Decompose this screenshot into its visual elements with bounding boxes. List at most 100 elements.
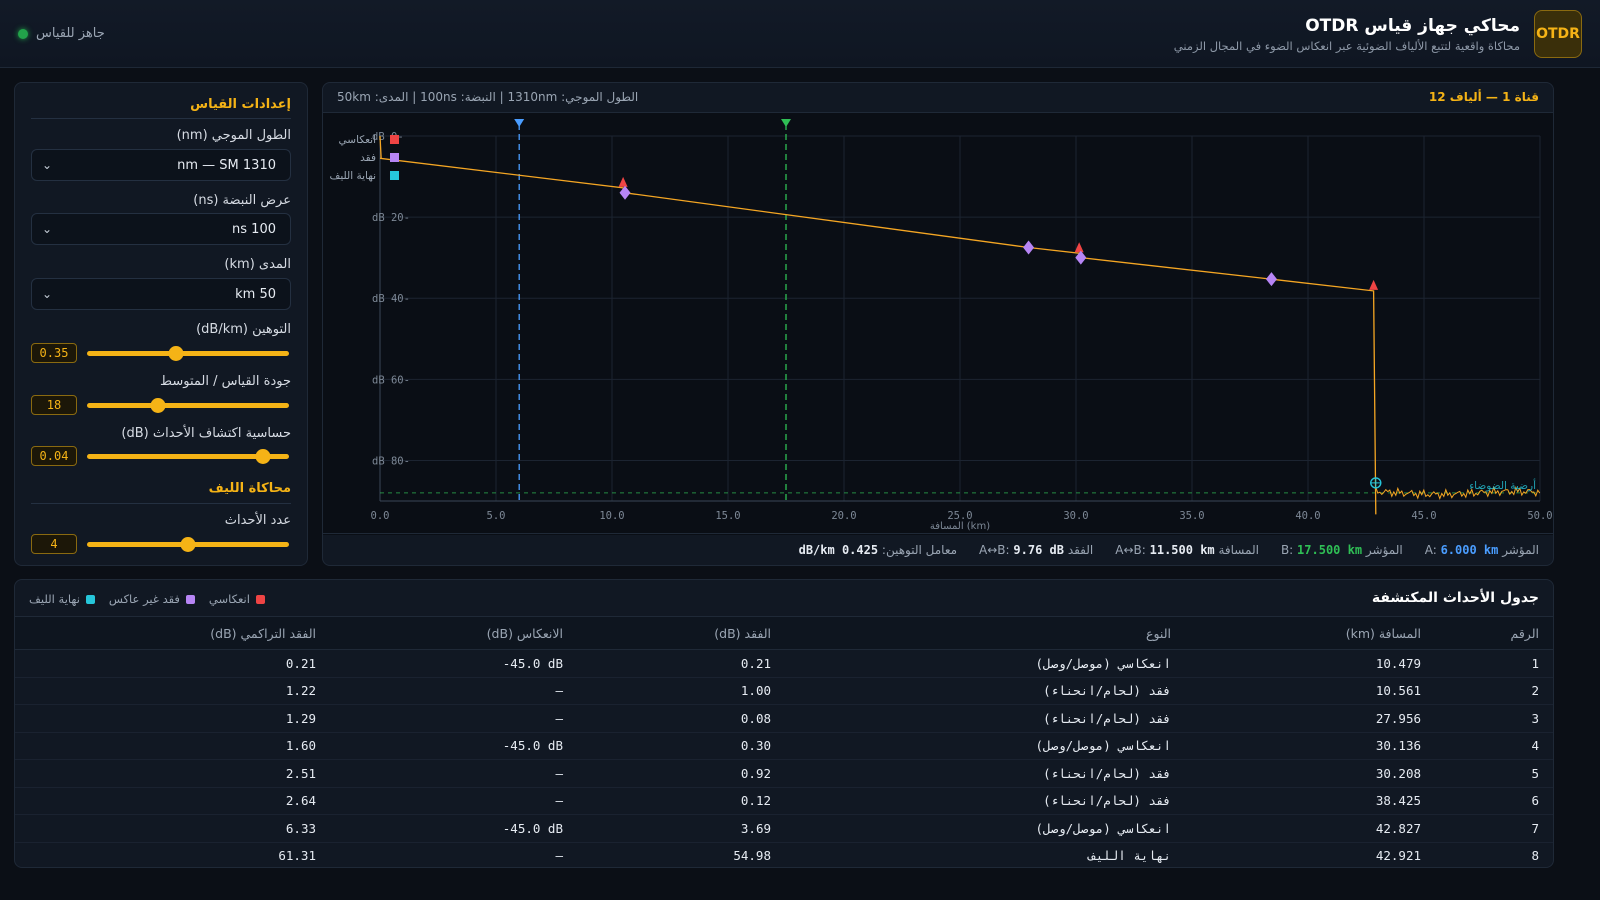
event-type: فقد (لحام/انحناء) [785,759,1185,788]
events-legend: انعكاسي فقد غير عاكس نهاية الليف [29,592,265,606]
events-panel: جدول الأحداث المكتشفة انعكاسي فقد غير عا… [14,579,1554,868]
otdr-trace-chart[interactable]: 0.0 5.0 10.0 15.0 20.0 25.0 30.0 35.0 40.0 45.0 50… [323,113,1553,535]
table-row[interactable]: 5 30.208 فقد (لحام/انحناء) 0.92—2.51 [15,759,1553,788]
event-loss: 3.69 [577,814,785,843]
loss-value: 9.76 dB [1013,542,1064,557]
wavelength-value: 1310 nm — SM [177,157,276,173]
event-number: 8 [1435,842,1553,867]
x-tick-label: 0.0 [371,510,390,522]
event-number: 7 [1435,814,1553,843]
event-type: فقد (لحام/انحناء) [785,677,1185,705]
app-subtitle: محاكاة واقعية لتتبع الألياف الضوئية عبر … [1173,39,1520,53]
x-tick-label: 30.0 [1063,510,1088,522]
slider-track [87,537,289,552]
events-count-label: عدد الأحداث [224,513,291,528]
range-value: 50 km [235,286,276,302]
cursor-a-value: 6.000 km [1440,542,1499,557]
event-loss: 0.08 [577,704,785,733]
event-loss: 1.00 [577,677,785,705]
event-reflectance: — [330,787,577,815]
measurement-params: الطول الموجي: 1310nm | النبضة: 100ns | ا… [337,90,639,104]
event-loss: 0.30 [577,732,785,760]
event-type: انعكاسي (موصل/وصل) [785,649,1185,678]
channel-label: قناة 1 — ألياف 12 [1428,90,1539,104]
event-reflectance: — [330,704,577,733]
averaging-slider[interactable]: 18 [31,395,291,415]
cursor-b-readout: المؤشر B: 17.500 km [1281,543,1403,557]
sensitivity-slider[interactable]: 0.04 [31,446,291,466]
slider-thumb[interactable] [168,346,184,361]
col-distance[interactable]: المسافة (km) [1185,616,1435,650]
event-distance: 42.827 [1185,814,1435,843]
y-tick-label: -60 dB [372,374,410,386]
event-cumulative-loss: 2.64 [15,787,330,815]
table-row[interactable]: 2 10.561 فقد (لحام/انحناء) 1.00—1.22 [15,677,1553,705]
reflective-event-marker [1369,279,1379,290]
attenuation-slider[interactable]: 0.35 [31,343,291,363]
cursor-a-marker-icon [514,119,525,127]
loss-swatch-icon [185,594,195,604]
table-row[interactable]: 3 27.956 فقد (لحام/انحناء) 0.08—1.29 [15,704,1553,733]
otdr-logo: OTDR [1534,10,1582,58]
table-row[interactable]: 7 42.827 انعكاسي (موصل/وصل) 3.69 -45.0 dB 6.3… [15,814,1553,843]
events-count-slider[interactable]: 4 [31,534,291,554]
attenuation-coef-readout: معامل التوهين: 0.425 dB/km [799,543,957,557]
pulse-width-select[interactable]: 100 ns ⌄ [31,213,291,245]
event-loss: 54.98 [577,842,785,867]
slider-thumb[interactable] [150,398,166,413]
event-number: 4 [1435,732,1553,760]
wavelength-select[interactable]: 1310 nm — SM ⌄ [31,149,291,181]
divider [31,503,291,504]
coef-label: معامل التوهين: [881,542,958,557]
col-number[interactable]: الرقم [1435,616,1553,650]
table-row[interactable]: 6 38.425 فقد (لحام/انحناء) 0.12—2.64 [15,787,1553,815]
event-distance: 27.956 [1185,704,1435,733]
table-row[interactable]: 4 30.136 انعكاسي (موصل/وصل) 0.30 -45.0 dB 1.6… [15,732,1553,760]
event-number: 3 [1435,704,1553,733]
app-title: محاكي جهاز قياس OTDR [1305,16,1520,36]
event-distance: 38.425 [1185,787,1435,815]
averaging-label: جودة القياس / المتوسط [160,374,291,389]
x-tick-label: 45.0 [1411,510,1436,522]
event-type: فقد (لحام/انحناء) [785,787,1185,815]
otdr-trace-svg[interactable]: 0.0 5.0 10.0 15.0 20.0 25.0 30.0 35.0 40.0 45.0 50… [323,113,1553,535]
table-row[interactable]: 1 10.479 انعكاسي (موصل/وصل) 0.21 -45.0 dB 0.2… [15,649,1553,678]
cursor-b-value: 17.500 km [1297,542,1363,557]
slider-thumb[interactable] [255,449,271,464]
chevron-down-icon: ⌄ [42,158,53,172]
col-reflectance[interactable]: الانعكاس (dB) [330,616,577,650]
chart-legend-label: فقد [360,152,376,164]
distance-readout: المسافة A↔B: 11.500 km [1115,543,1259,557]
event-number: 5 [1435,759,1553,788]
events-table: الرقم المسافة (km) النوع الفقد (dB) الان… [15,616,1553,867]
event-reflectance: — [330,677,577,705]
slider-track [87,346,289,361]
averaging-value: 18 [31,395,77,415]
col-loss[interactable]: الفقد (dB) [577,616,785,650]
event-loss: 0.92 [577,759,785,788]
x-axis-label: المسافة (km) [930,521,990,532]
col-type[interactable]: النوع [785,616,1185,650]
table-row[interactable]: 8 42.921 نهاية الليف 54.98—61.31 [15,842,1553,867]
event-type: فقد (لحام/انحناء) [785,704,1185,733]
noise-floor-label: أرضية الضوضاء [1469,478,1536,492]
event-type: انعكاسي (موصل/وصل) [785,814,1185,843]
slider-thumb[interactable] [180,537,196,552]
cursor-a-readout: المؤشر A: 6.000 km [1425,543,1539,557]
otdr-trace-line [379,135,1377,515]
legend-loss-label: فقد غير عاكس [108,592,180,606]
event-number: 6 [1435,787,1553,815]
range-select[interactable]: 50 km ⌄ [31,278,291,310]
x-tick-label: 20.0 [831,510,856,522]
chart-legend-swatch [390,135,399,144]
sensitivity-value: 0.04 [31,446,77,466]
status-indicator: جاهز للقياس [18,26,105,41]
y-tick-label: -40 dB [372,293,410,305]
col-cumulative-loss[interactable]: الفقد التراكمي (dB) [15,616,330,650]
pulse-label: عرض النبضة (ns) [193,193,291,208]
y-tick-label: -80 dB [372,455,410,467]
settings-panel: إعدادات القياس الطول الموجي (nm) 1310 nm… [14,82,308,566]
trace-header: قناة 1 — ألياف 12 الطول الموجي: 1310nm |… [323,83,1553,113]
event-distance: 42.921 [1185,842,1435,867]
chart-legend-swatch [390,171,399,180]
